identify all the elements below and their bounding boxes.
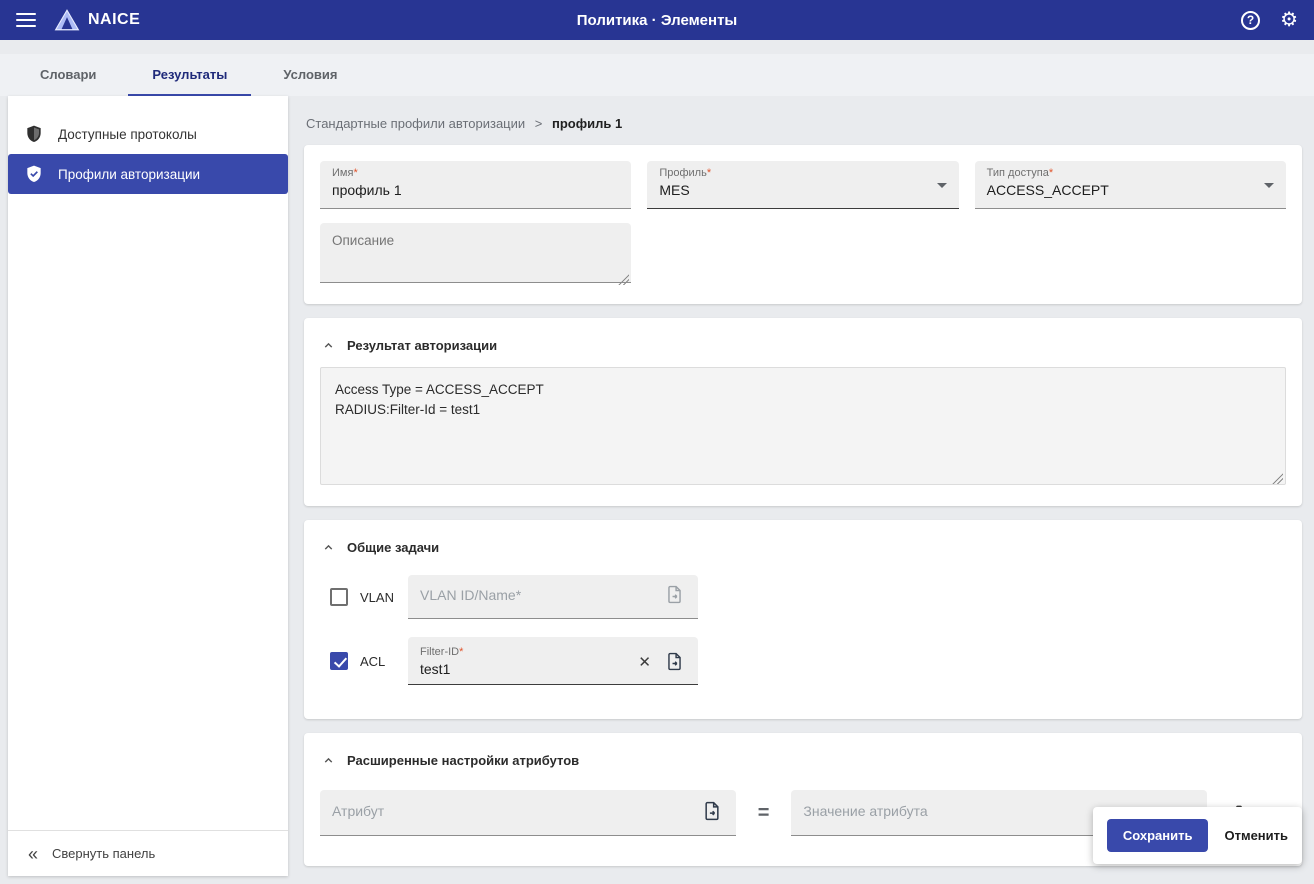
auth-result-textarea[interactable]: Access Type = ACCESS_ACCEPT RADIUS:Filte… <box>320 367 1286 485</box>
vlan-id-field[interactable]: VLAN ID/Name* <box>408 575 698 619</box>
shield-icon <box>24 124 44 144</box>
vlan-row: VLAN VLAN ID/Name* <box>330 575 1286 619</box>
acl-label: ACL <box>360 653 386 669</box>
name-value: профиль 1 <box>332 182 402 198</box>
description-textarea[interactable] <box>320 223 632 283</box>
chevron-down-icon[interactable] <box>936 183 947 188</box>
breadcrumb-current: профиль 1 <box>551 116 623 131</box>
filter-id-label: Filter-ID <box>420 646 460 658</box>
breadcrumb: Стандартные профили авторизации > профил… <box>304 108 1302 145</box>
vlan-label: VLAN <box>360 589 394 605</box>
common-tasks-card: Общие задачи VLAN VLAN ID/Name* ACL Filt… <box>304 520 1302 719</box>
required-marker: * <box>459 646 464 658</box>
sidebar-item-auth-profiles[interactable]: Профили авторизации <box>8 154 288 194</box>
attribute-field[interactable]: Атрибут <box>320 790 736 836</box>
save-button[interactable]: Сохранить <box>1106 819 1209 852</box>
tab-results[interactable]: Результаты <box>128 54 252 96</box>
filter-id-field[interactable]: Filter-ID* test1 ✕ <box>408 637 698 685</box>
shield-check-icon <box>24 164 44 184</box>
equals-sign: = <box>757 801 770 824</box>
tab-conditions[interactable]: Условия <box>259 54 361 96</box>
acl-row: ACL Filter-ID* test1 ✕ <box>330 637 1286 685</box>
collapse-section-icon[interactable] <box>322 541 335 554</box>
acl-checkbox[interactable] <box>330 652 348 670</box>
breadcrumb-separator: > <box>534 116 543 131</box>
brand-name: NAICE <box>88 11 141 28</box>
auth-result-title: Результат авторизации <box>347 338 498 353</box>
required-marker: * <box>353 167 358 179</box>
auth-result-card: Результат авторизации Access Type = ACCE… <box>304 318 1302 506</box>
name-label: Имя <box>332 167 354 179</box>
required-marker: * <box>706 167 712 179</box>
vlan-checkbox[interactable] <box>330 588 348 606</box>
page-title: Политика · Элементы <box>576 11 738 29</box>
vlan-placeholder: VLAN ID/Name* <box>420 586 522 603</box>
tab-dictionaries[interactable]: Словари <box>16 54 120 96</box>
access-type-select[interactable]: Тип доступа* ACCESS_ACCEPT <box>974 161 1286 209</box>
sidebar-item-label: Профили авторизации <box>58 166 201 182</box>
menu-icon[interactable] <box>16 13 36 27</box>
save-panel: Сохранить Отменить <box>1092 807 1302 864</box>
chevron-down-icon[interactable] <box>1263 183 1274 188</box>
required-marker: * <box>1048 167 1054 179</box>
collapse-section-icon[interactable] <box>322 754 335 767</box>
double-chevron-left-icon: « <box>28 843 39 864</box>
filter-id-value: test1 <box>420 661 451 677</box>
attribute-placeholder: Атрибут <box>332 802 385 819</box>
app-topbar: NAICE Политика · Элементы ? ⚙ <box>0 0 1314 40</box>
advanced-attrs-title: Расширенные настройки атрибутов <box>347 753 580 768</box>
cancel-button[interactable]: Отменить <box>1224 828 1288 843</box>
sidebar-item-protocols[interactable]: Доступные протоколы <box>8 114 288 154</box>
sidebar-item-label: Доступные протоколы <box>58 126 197 142</box>
help-icon[interactable]: ? <box>1241 10 1261 30</box>
main-content: Стандартные профили авторизации > профил… <box>288 96 1314 876</box>
gear-icon[interactable]: ⚙ <box>1280 10 1298 30</box>
brand: NAICE <box>54 8 140 32</box>
access-type-value: ACCESS_ACCEPT <box>986 182 1109 198</box>
profile-label: Профиль <box>659 167 707 179</box>
collapse-panel-label: Свернуть панель <box>52 846 156 861</box>
profile-select[interactable]: Профиль* MES <box>647 161 959 209</box>
tabbar: Словари Результаты Условия <box>0 54 1314 96</box>
access-type-label: Тип доступа <box>986 167 1049 179</box>
sidebar: Доступные протоколы Профили авторизации … <box>8 96 288 876</box>
collapse-panel-button[interactable]: « Свернуть панель <box>8 830 288 876</box>
dictionary-icon[interactable] <box>663 583 686 606</box>
clear-icon[interactable]: ✕ <box>636 651 653 673</box>
breadcrumb-parent[interactable]: Стандартные профили авторизации <box>306 116 525 131</box>
logo-icon <box>54 8 80 32</box>
dictionary-icon[interactable] <box>663 650 686 673</box>
name-field[interactable]: Имя* профиль 1 <box>320 161 632 209</box>
profile-form-card: Имя* профиль 1 Профиль* MES Тип доступа*… <box>304 145 1302 304</box>
profile-value: MES <box>659 182 690 198</box>
collapse-section-icon[interactable] <box>322 339 335 352</box>
dictionary-icon[interactable] <box>700 799 724 823</box>
common-tasks-title: Общие задачи <box>347 540 440 555</box>
